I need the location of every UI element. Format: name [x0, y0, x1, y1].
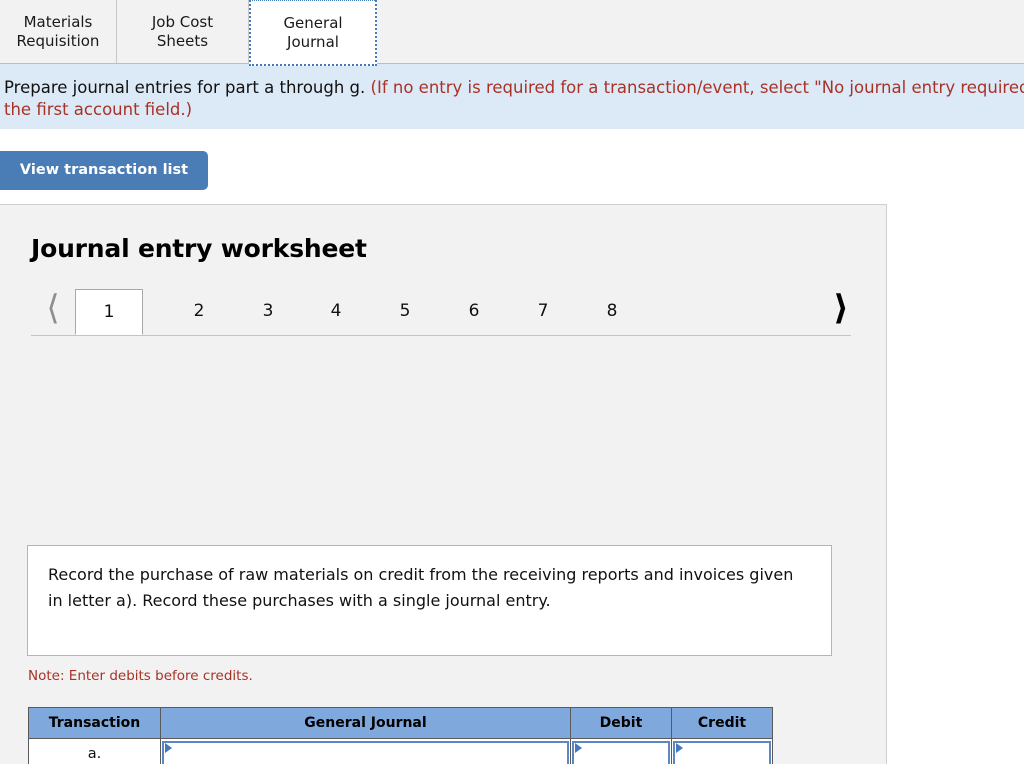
page-tab-3[interactable]: 3 [234, 289, 302, 335]
tab-materials-requisition[interactable]: Materials Requisition [0, 0, 117, 63]
top-tab-strip: Materials Requisition Job Cost Sheets Ge… [0, 0, 1024, 66]
tab-label-line2: Requisition [16, 31, 100, 50]
view-transaction-list-button[interactable]: View transaction list [0, 151, 208, 190]
tab-job-cost-sheets[interactable]: Job Cost Sheets [117, 0, 249, 63]
page-title: Journal entry worksheet [31, 234, 367, 263]
debit-input-row-1[interactable] [572, 741, 670, 764]
column-header-debit: Debit [570, 707, 672, 739]
transaction-label-cell: a. [28, 738, 161, 764]
credit-input-row-1[interactable] [673, 741, 771, 764]
page-tab-5[interactable]: 5 [371, 289, 439, 335]
app-screen: Materials Requisition Job Cost Sheets Ge… [0, 0, 1024, 764]
debits-before-credits-note: Note: Enter debits before credits. [28, 668, 253, 684]
entry-description-text: Record the purchase of raw materials on … [48, 565, 794, 610]
tab-label-line1: General [283, 13, 343, 32]
page-tab-4[interactable]: 4 [302, 289, 370, 335]
column-header-transaction: Transaction [28, 707, 161, 739]
journal-entry-table: Transaction General Journal Debit Credit… [28, 707, 773, 764]
toolbar: View transaction list [0, 129, 1024, 195]
journal-entry-worksheet-panel: Journal entry worksheet ⟨ 1 2 3 4 5 6 7 … [0, 204, 887, 764]
chevron-left-icon[interactable]: ⟨ [35, 290, 71, 328]
entry-description-box: Record the purchase of raw materials on … [27, 545, 832, 656]
column-header-credit: Credit [671, 707, 773, 739]
table-row: a. [28, 738, 773, 764]
instruction-text-black: Prepare journal entries for part a throu… [4, 78, 371, 97]
table-header-row: Transaction General Journal Debit Credit [28, 707, 773, 739]
page-tab-8[interactable]: 8 [578, 289, 646, 335]
pager-baseline [31, 335, 851, 336]
tab-label-line1: Job Cost [151, 12, 214, 31]
page-tab-1[interactable]: 1 [75, 289, 143, 335]
account-input-row-1[interactable] [162, 741, 569, 764]
tab-label-line2: Sheets [156, 31, 209, 50]
page-tab-2[interactable]: 2 [165, 289, 233, 335]
worksheet-pager: ⟨ 1 2 3 4 5 6 7 8 ⟩ [19, 280, 864, 336]
chevron-right-icon[interactable]: ⟩ [823, 290, 859, 328]
page-tab-6[interactable]: 6 [440, 289, 508, 335]
instruction-banner: Prepare journal entries for part a throu… [0, 64, 1024, 129]
tab-label-line1: Materials [23, 12, 93, 31]
column-header-general-journal: General Journal [160, 707, 571, 739]
tab-general-journal[interactable]: General Journal [249, 0, 377, 66]
tab-label-line2: Journal [287, 32, 339, 51]
page-tab-7[interactable]: 7 [509, 289, 577, 335]
instruction-text: Prepare journal entries for part a throu… [4, 77, 1024, 121]
